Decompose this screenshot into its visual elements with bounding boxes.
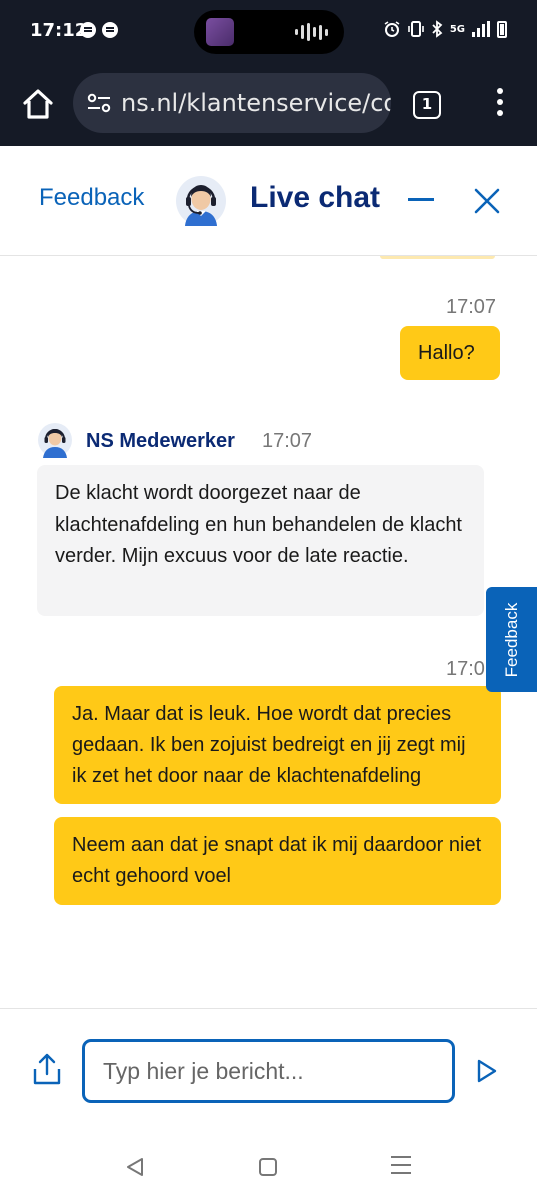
- send-icon[interactable]: [476, 1058, 498, 1084]
- back-icon[interactable]: [124, 1156, 146, 1178]
- chat-title: Live chat: [250, 181, 381, 214]
- alarm-icon: [384, 21, 400, 37]
- vibrate-icon: [408, 21, 424, 37]
- system-navigation-bar: [0, 1128, 537, 1200]
- agent-avatar-icon: [176, 176, 226, 226]
- home-nav-icon[interactable]: [259, 1158, 277, 1176]
- media-island[interactable]: [194, 10, 344, 54]
- status-time: 17:12: [30, 20, 88, 41]
- browser-toolbar: ns.nl/klantenservice/con 1: [0, 64, 537, 146]
- battery-icon: [497, 20, 507, 38]
- agent-name: NS Medewerker: [86, 430, 235, 452]
- more-menu-icon[interactable]: [491, 88, 509, 122]
- feedback-side-tab[interactable]: Feedback: [486, 587, 537, 692]
- upload-icon[interactable]: [32, 1052, 62, 1086]
- waveform-icon: [295, 23, 328, 41]
- agent-message-header: NS Medewerker 17:07: [38, 422, 438, 462]
- close-icon[interactable]: [472, 186, 502, 216]
- chat-header: Feedback Live chat: [0, 146, 537, 256]
- user-message-bubble: Hallo?: [400, 326, 500, 380]
- signal-icon: [472, 21, 490, 37]
- message-timestamp: 17:07: [446, 296, 497, 318]
- user-message-bubble: Neem aan dat je snapt dat ik mij daardoo…: [54, 817, 501, 905]
- message-composer: [0, 1008, 537, 1128]
- agent-message-bubble: De klacht wordt doorgezet naar de klacht…: [37, 465, 484, 616]
- message-timestamp: 17:07: [262, 430, 313, 452]
- bluetooth-icon: [432, 20, 443, 38]
- feedback-link[interactable]: Feedback: [39, 184, 144, 212]
- agent-avatar-icon: [38, 423, 72, 458]
- address-bar[interactable]: ns.nl/klantenservice/con: [73, 73, 391, 133]
- home-icon[interactable]: [18, 84, 58, 124]
- minimize-icon[interactable]: [408, 198, 434, 201]
- url-text: ns.nl/klantenservice/con: [121, 89, 391, 117]
- user-message-bubble: Ja. Maar dat is leuk. Hoe wordt dat prec…: [54, 686, 501, 804]
- previous-message-edge: [380, 256, 495, 259]
- status-left-icons: [80, 22, 118, 38]
- site-settings-icon[interactable]: [87, 93, 111, 113]
- status-bar: 17:12 5G: [0, 0, 537, 64]
- message-timestamp: 17:0: [446, 658, 485, 680]
- spotify-icon: [80, 22, 96, 38]
- audio-icon: [102, 22, 118, 38]
- status-right-icons: 5G: [383, 20, 507, 38]
- network-type-label: 5G: [449, 23, 465, 35]
- message-input[interactable]: [82, 1039, 455, 1103]
- recents-icon[interactable]: [391, 1156, 411, 1176]
- tab-switcher-button[interactable]: 1: [413, 91, 441, 119]
- album-art-icon: [206, 18, 234, 46]
- feedback-side-tab-label: Feedback: [501, 602, 521, 677]
